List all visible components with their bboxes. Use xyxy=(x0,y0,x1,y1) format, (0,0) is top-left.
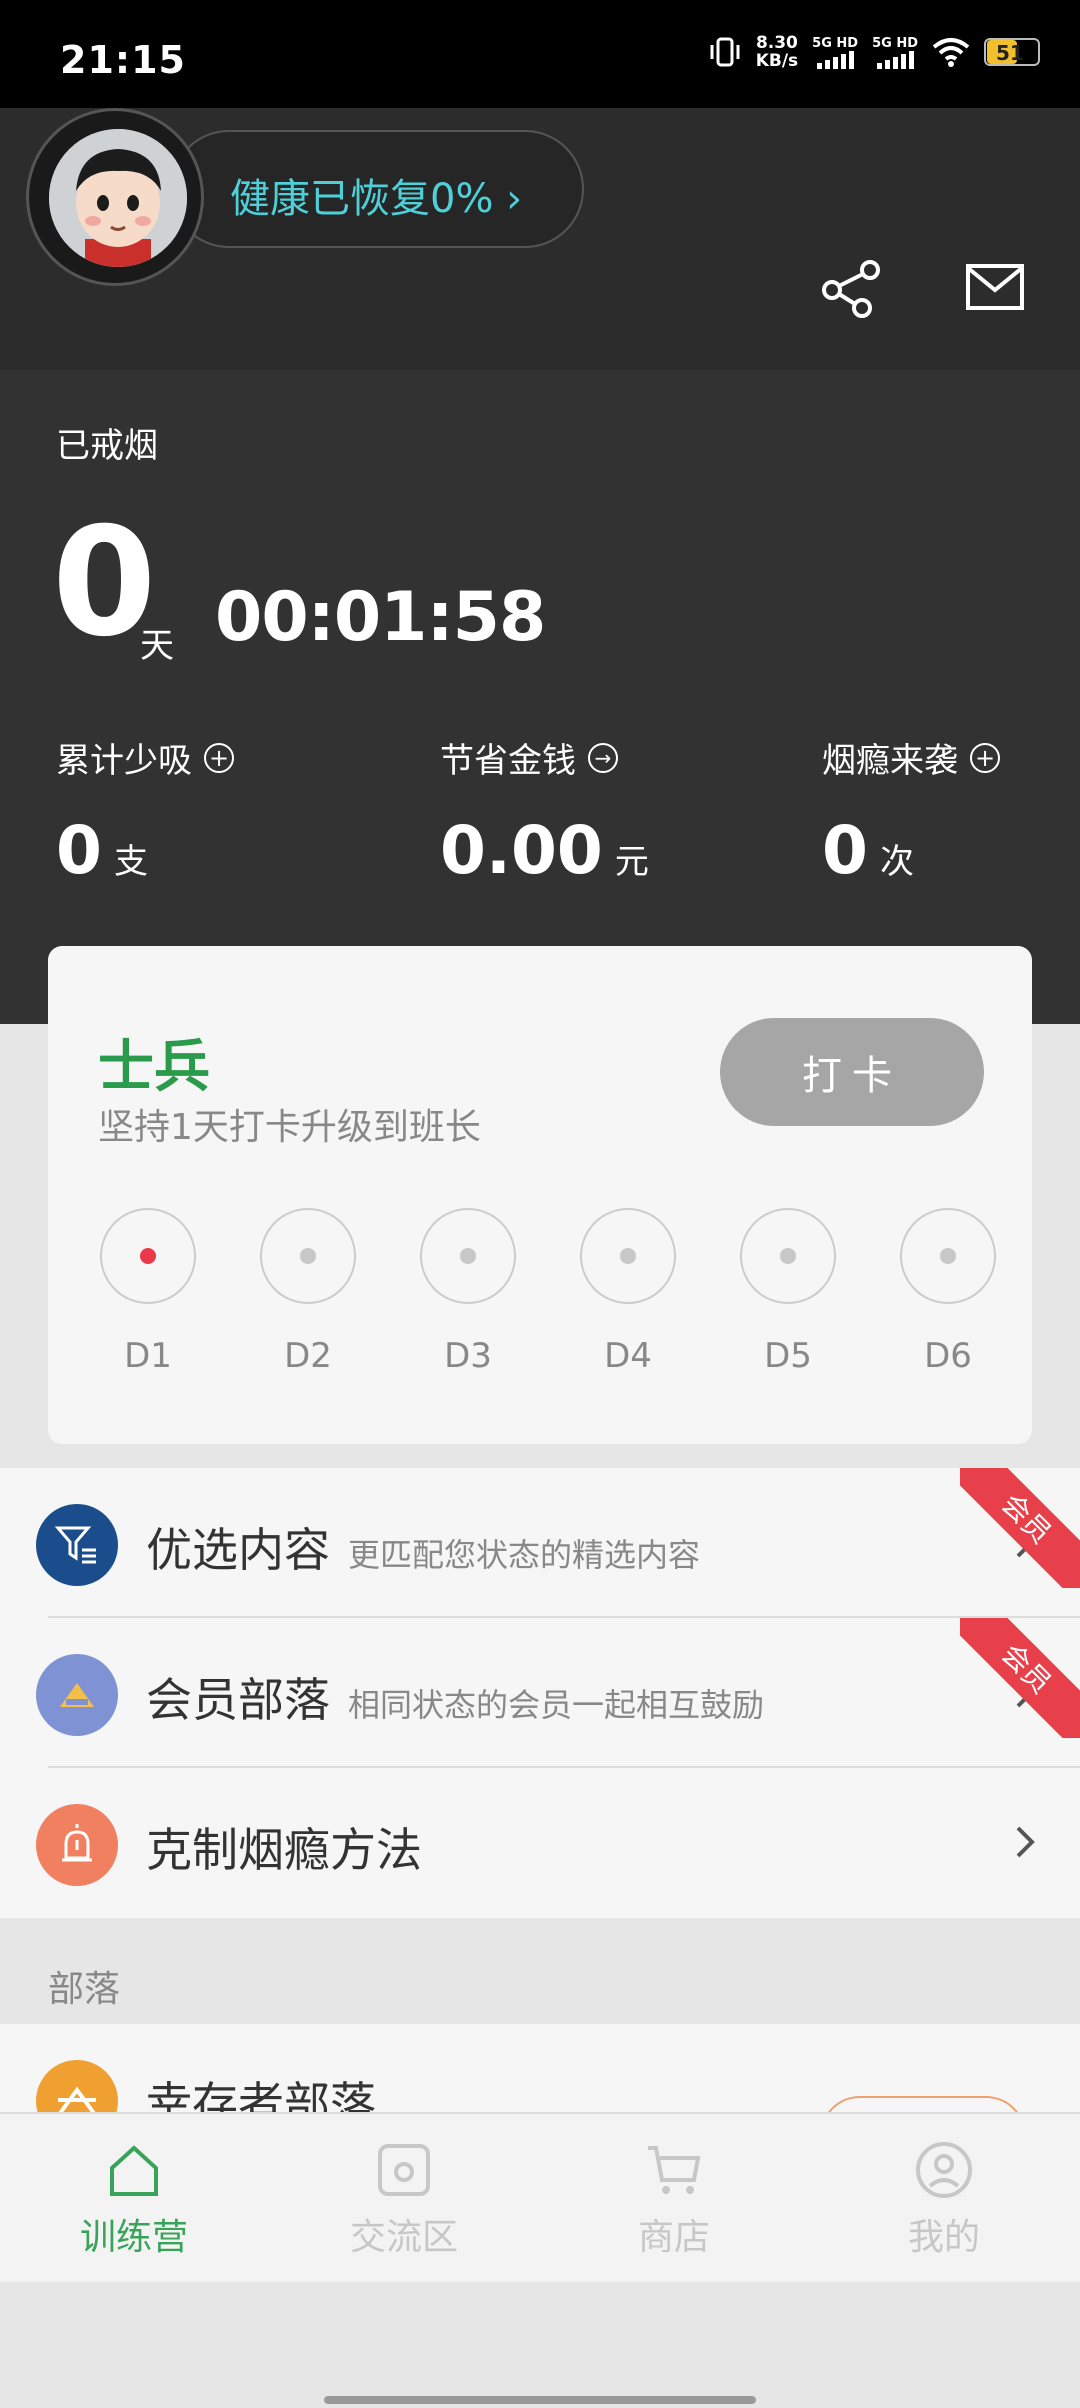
day-ring-icon xyxy=(580,1208,676,1304)
day-label: D6 xyxy=(924,1336,972,1376)
checkin-days: D1 D2 D3 D4 D5 D6 xyxy=(88,1208,1008,1376)
avatar[interactable] xyxy=(26,108,204,286)
alarm-icon xyxy=(36,1804,118,1886)
day-label: D4 xyxy=(604,1336,652,1376)
home-indicator[interactable] xyxy=(324,2396,756,2404)
day-label: D2 xyxy=(284,1336,332,1376)
day-dot xyxy=(620,1248,636,1264)
member-badge: 会员 xyxy=(960,1618,1080,1738)
tribe-section-label: 部落 xyxy=(48,1969,121,2010)
checkin-day: D1 xyxy=(88,1208,208,1376)
tab-community[interactable]: 交流区 xyxy=(314,2140,494,2260)
feature-row-member-tribe[interactable]: 会员部落 相同状态的会员一起相互鼓励 会员 xyxy=(0,1618,1080,1768)
elapsed-timer: 00:01:58 xyxy=(215,578,546,657)
member-badge: 会员 xyxy=(960,1468,1080,1588)
signal-bars-icon xyxy=(816,50,854,69)
battery-icon: 51 xyxy=(984,38,1040,66)
rank-title: 士兵 xyxy=(98,1035,210,1100)
day-dot xyxy=(300,1248,316,1264)
health-status-button[interactable]: 健康已恢复0% › xyxy=(170,130,584,248)
health-status-text: 健康已恢复0% › xyxy=(230,176,523,222)
camera-icon xyxy=(378,2144,430,2196)
day-ring-icon xyxy=(420,1208,516,1304)
summary-panel: 健康已恢复0% › 已戒烟 0 天 00:01:58 累计少吸 + 0 支 节省… xyxy=(0,108,1080,1024)
plus-circle-icon[interactable]: + xyxy=(970,742,1000,773)
day-ring-icon xyxy=(900,1208,996,1304)
signal-2: 5G HD xyxy=(872,36,918,69)
checkin-day: D6 xyxy=(888,1208,1008,1376)
mail-icon[interactable] xyxy=(966,264,1024,310)
plus-circle-icon[interactable]: + xyxy=(204,742,234,773)
arrow-circle-icon[interactable]: → xyxy=(588,742,618,773)
share-icon[interactable] xyxy=(820,256,884,320)
checkin-day: D2 xyxy=(248,1208,368,1376)
day-ring-icon xyxy=(260,1208,356,1304)
day-dot xyxy=(460,1248,476,1264)
tribe-tent-icon xyxy=(36,1654,118,1736)
feature-list: 优选内容 更匹配您状态的精选内容 会员 会员部落 相同状态的会员一起相互鼓励 会员 … xyxy=(0,1468,1080,1918)
signal-bars-icon xyxy=(876,50,914,69)
day-label: D5 xyxy=(764,1336,812,1376)
status-bar: 21:15 8.30 KB/s 5G HD 5G HD 51 xyxy=(0,0,1080,108)
bottom-spacer xyxy=(0,2282,1080,2408)
wifi-icon xyxy=(932,38,970,67)
day-dot xyxy=(780,1248,796,1264)
checkin-day: D3 xyxy=(408,1208,528,1376)
checkin-day: D5 xyxy=(728,1208,848,1376)
net-speed: 8.30 KB/s xyxy=(755,33,799,71)
avatar-image xyxy=(49,129,187,267)
top-bar: 健康已恢复0% › xyxy=(0,108,1080,370)
bottom-tab-bar: 训练营 交流区 商店 我的 xyxy=(0,2112,1080,2282)
tribe-row-survivor[interactable]: 幸存者部落 xyxy=(0,2024,1080,2124)
filter-icon xyxy=(36,1504,118,1586)
clock: 21:15 xyxy=(60,38,186,82)
vibrate-icon xyxy=(710,37,740,67)
quit-label: 已戒烟 xyxy=(56,426,158,466)
stat-cigarettes-avoided[interactable]: 累计少吸 + 0支 xyxy=(56,733,234,889)
day-dot xyxy=(140,1248,156,1264)
chevron-right-icon xyxy=(1016,1826,1035,1858)
day-dot xyxy=(940,1248,956,1264)
tab-profile[interactable]: 我的 xyxy=(854,2140,1034,2260)
cartoon-avatar-icon xyxy=(49,129,187,267)
stat-cravings[interactable]: 烟瘾来袭 + 0次 xyxy=(822,733,1000,889)
checkin-button[interactable]: 打卡 xyxy=(720,1018,984,1126)
day-label: D1 xyxy=(124,1336,172,1376)
checkin-day: D4 xyxy=(568,1208,688,1376)
day-label: D3 xyxy=(444,1336,492,1376)
feature-row-curated[interactable]: 优选内容 更匹配您状态的精选内容 会员 xyxy=(0,1468,1080,1618)
status-icons: 8.30 KB/s 5G HD 5G HD 51 xyxy=(708,34,1040,70)
home-icon xyxy=(110,2145,158,2196)
tab-shop[interactable]: 商店 xyxy=(584,2140,764,2260)
checkin-card: 士兵 坚持1天打卡升级到班长 打卡 D1 D2 D3 D4 D5 D6 xyxy=(48,946,1032,1444)
cart-icon xyxy=(648,2146,701,2194)
stat-money-saved[interactable]: 节省金钱 → 0.00 元 xyxy=(440,733,649,889)
user-icon xyxy=(916,2142,972,2198)
feature-row-craving-methods[interactable]: 克制烟瘾方法 xyxy=(0,1768,1080,1918)
tab-training-camp[interactable]: 训练营 xyxy=(44,2140,224,2260)
day-ring-icon xyxy=(740,1208,836,1304)
signal-1: 5G HD xyxy=(812,36,858,69)
days-unit: 天 xyxy=(140,626,174,666)
rank-subtitle: 坚持1天打卡升级到班长 xyxy=(98,1107,481,1148)
day-ring-icon xyxy=(100,1208,196,1304)
